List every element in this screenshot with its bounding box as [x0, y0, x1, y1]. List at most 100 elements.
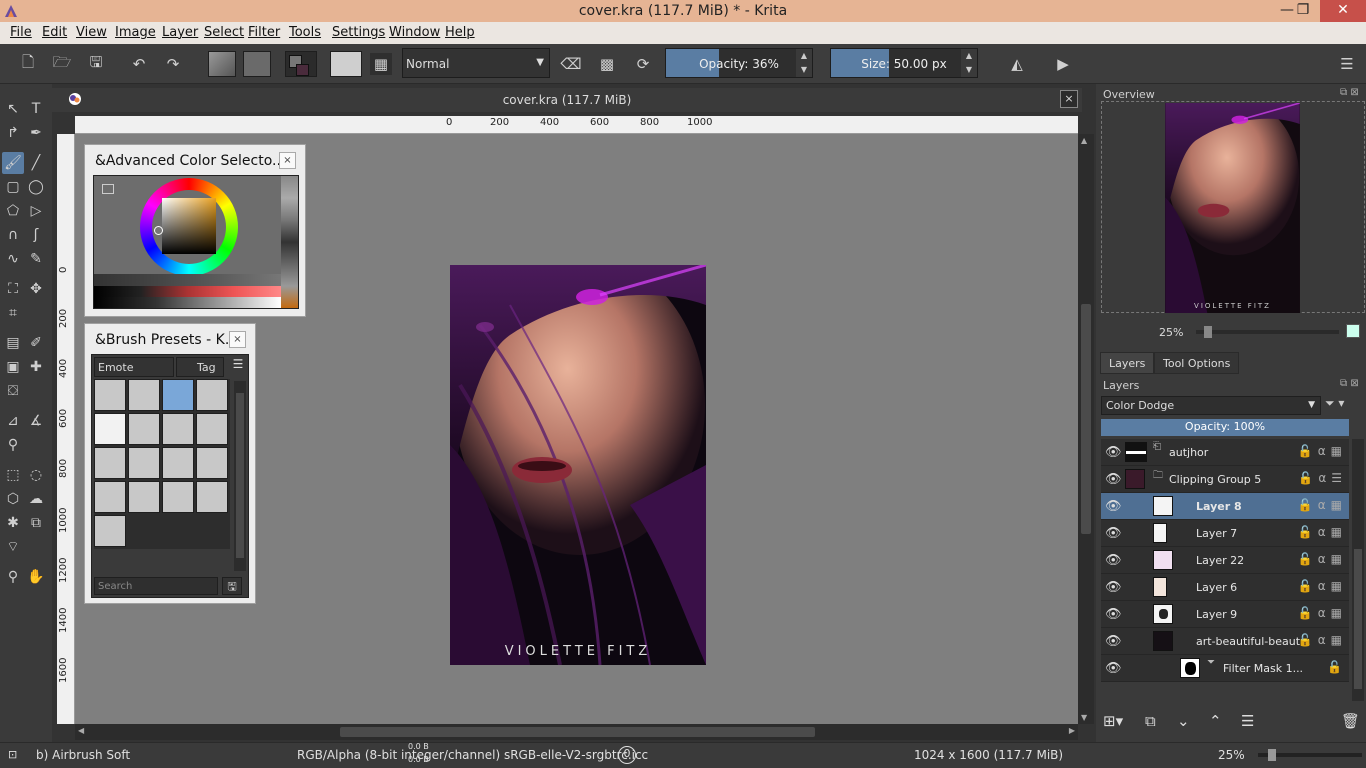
close-color-selector-button[interactable]: × — [279, 152, 296, 169]
move-layer-up-icon[interactable]: ⌃ — [1209, 712, 1222, 730]
layer-properties-icons[interactable]: 🔓α▦ — [1298, 498, 1347, 512]
undo-icon[interactable]: ↶ — [128, 53, 150, 75]
tag-filter-select[interactable]: Emote — [94, 357, 174, 377]
visibility-eye-icon[interactable]: 👁 — [1105, 661, 1122, 676]
visibility-eye-icon[interactable]: 👁 — [1105, 526, 1122, 541]
overview-float-close-icon[interactable]: ⧉ ⊠ — [1340, 87, 1359, 98]
brush-preset-tile[interactable] — [128, 379, 160, 411]
layers-float-close-icon[interactable]: ⧉ ⊠ — [1340, 378, 1359, 389]
duplicate-layer-icon[interactable]: ⧉ — [1145, 712, 1156, 730]
menu-select[interactable]: Select — [204, 25, 244, 40]
brush-preset-tile[interactable] — [196, 413, 228, 445]
layer-row[interactable]: 👁 Layer 7 🔓α▦ — [1101, 520, 1349, 547]
layer-properties-icons[interactable]: 🔓α▦ — [1298, 552, 1347, 566]
menu-edit[interactable]: Edit — [42, 25, 67, 40]
menu-image[interactable]: Image — [115, 25, 156, 40]
rectangular-selection-tool-icon[interactable]: ⬚ — [2, 464, 24, 486]
zoom-tool-icon[interactable]: ⚲ — [2, 566, 24, 588]
visibility-eye-icon[interactable]: 👁 — [1105, 607, 1122, 622]
multibrush-tool-icon[interactable]: ✎ — [25, 248, 47, 270]
delete-layer-icon[interactable]: 🗑 — [1341, 712, 1360, 730]
polygonal-selection-tool-icon[interactable]: ⬡ — [2, 488, 24, 510]
preset-view-menu-icon[interactable]: ☰ — [229, 357, 247, 377]
layer-properties-icons[interactable]: 🔓α▦ — [1298, 525, 1347, 539]
brush-preset-tile[interactable] — [196, 481, 228, 513]
layer-properties-icons[interactable]: 🔓α▦ — [1298, 579, 1347, 593]
tab-layers[interactable]: Layers — [1100, 352, 1155, 374]
crop-tool-icon[interactable]: ⌗ — [2, 302, 24, 324]
colorize-mask-tool-icon[interactable]: ▣ — [2, 356, 24, 378]
mirror-horizontal-icon[interactable]: ◭ — [1006, 53, 1028, 75]
tag-button[interactable]: Tag — [176, 357, 224, 377]
fg-bg-color-swatch[interactable] — [285, 51, 317, 77]
assistant-tool-icon[interactable]: ⊿ — [2, 410, 24, 432]
menu-file[interactable]: File — [10, 25, 32, 40]
horizontal-scroll-thumb[interactable] — [340, 727, 815, 737]
layer-properties-icons[interactable]: 🔓α☰ — [1298, 471, 1347, 485]
layer-row[interactable]: 👁 🗀 Clipping Group 5 🔓α☰ — [1101, 466, 1349, 493]
zoom-slider[interactable] — [1258, 749, 1362, 761]
preset-search-input[interactable]: Search — [94, 577, 218, 595]
layer-row[interactable]: 👁 Layer 6 🔓α▦ — [1101, 574, 1349, 601]
brush-preset-tile[interactable] — [162, 447, 194, 479]
layer-properties-icons[interactable]: 🔓α▦ — [1298, 444, 1347, 458]
mirror-vertical-icon[interactable]: ▶ — [1052, 53, 1074, 75]
save-icon[interactable]: 🖫 — [85, 53, 107, 75]
menu-view[interactable]: View — [76, 25, 107, 40]
fill-tool-icon[interactable]: ⛋ — [2, 380, 24, 402]
brush-preset-tile[interactable] — [94, 515, 126, 547]
brush-preset-tile[interactable] — [128, 481, 160, 513]
move-tool-icon[interactable]: ✥ — [25, 278, 47, 300]
scroll-left-icon[interactable]: ◀ — [78, 726, 84, 735]
shade-bar-2[interactable] — [94, 286, 281, 297]
visibility-eye-icon[interactable]: 👁 — [1105, 499, 1122, 514]
maximize-button[interactable]: ❐ — [1286, 0, 1320, 22]
visibility-eye-icon[interactable]: 👁 — [1105, 445, 1122, 460]
select-shapes-tool-icon[interactable]: ↖ — [2, 98, 24, 120]
brush-preset-tile[interactable] — [128, 447, 160, 479]
visibility-eye-icon[interactable]: 👁 — [1105, 553, 1122, 568]
visibility-eye-icon[interactable]: 👁 — [1105, 634, 1122, 649]
brush-preset-tile-selected[interactable] — [162, 379, 194, 411]
layer-row[interactable]: 👁 Layer 22 🔓α▦ — [1101, 547, 1349, 574]
layer-properties-icons[interactable]: 🔓α▦ — [1298, 633, 1347, 647]
fill-pattern-button[interactable] — [243, 51, 271, 77]
layer-filter-icon[interactable]: ⏷ ▾ — [1325, 396, 1363, 415]
layers-scrollbar[interactable] — [1352, 439, 1364, 701]
menu-settings[interactable]: Settings — [332, 25, 385, 40]
similar-color-selection-tool-icon[interactable]: ⧉ — [25, 512, 47, 534]
overview-thumbnail[interactable]: VIOLETTE FITZ — [1165, 103, 1300, 313]
tab-tool-options[interactable]: Tool Options — [1154, 352, 1240, 374]
rectangle-tool-icon[interactable]: ▢ — [2, 176, 24, 198]
freehand-brush-tool-icon[interactable]: 🖌 — [2, 152, 24, 174]
color-history-strip[interactable] — [281, 176, 298, 308]
polygon-tool-icon[interactable]: ⬠ — [2, 200, 24, 222]
alpha-lock-icon[interactable]: ▩ — [596, 53, 618, 75]
fill-gradient-button[interactable] — [208, 51, 236, 77]
shade-bar-1[interactable] — [94, 274, 281, 286]
menu-filter[interactable]: Filter — [248, 25, 280, 40]
transform-tool-icon[interactable]: ⛶ — [2, 278, 24, 300]
saturation-value-square[interactable] — [162, 198, 216, 254]
save-preset-icon[interactable]: 🖫 — [222, 577, 242, 595]
gradient-tool-icon[interactable]: ▤ — [2, 332, 24, 354]
layer-blend-mode-select[interactable]: Color Dodge ▼ — [1101, 396, 1321, 415]
redo-icon[interactable]: ↷ — [162, 53, 184, 75]
layer-properties-icons[interactable]: 🔓 — [1327, 660, 1347, 674]
menu-window[interactable]: Window — [389, 25, 440, 40]
brush-preset-button[interactable] — [330, 51, 362, 77]
brush-preset-tile[interactable] — [94, 379, 126, 411]
add-layer-icon[interactable]: ⊞▾ — [1103, 712, 1123, 730]
overview-zoom-slider[interactable] — [1196, 326, 1339, 338]
edit-shapes-tool-icon[interactable]: ↱ — [2, 122, 24, 144]
bezier-selection-tool-icon[interactable]: ⌔ — [2, 536, 24, 558]
brush-preset-tile[interactable] — [162, 481, 194, 513]
color-picker-tool-icon[interactable]: ✐ — [25, 332, 47, 354]
document-tab[interactable]: cover.kra (117.7 MiB) × — [52, 88, 1082, 112]
brush-editor-icon[interactable]: ▦ — [370, 53, 392, 75]
bezier-tool-icon[interactable]: ∩ — [2, 224, 24, 246]
open-document-icon[interactable]: 🗁 — [51, 53, 73, 75]
vertical-scroll-thumb[interactable] — [1081, 304, 1091, 534]
layer-row[interactable]: 👁 ⏷ Filter Mask 1... 🔓 — [1101, 655, 1349, 682]
size-slider[interactable]: Size: 50.00 px ▲ ▼ — [830, 48, 978, 78]
